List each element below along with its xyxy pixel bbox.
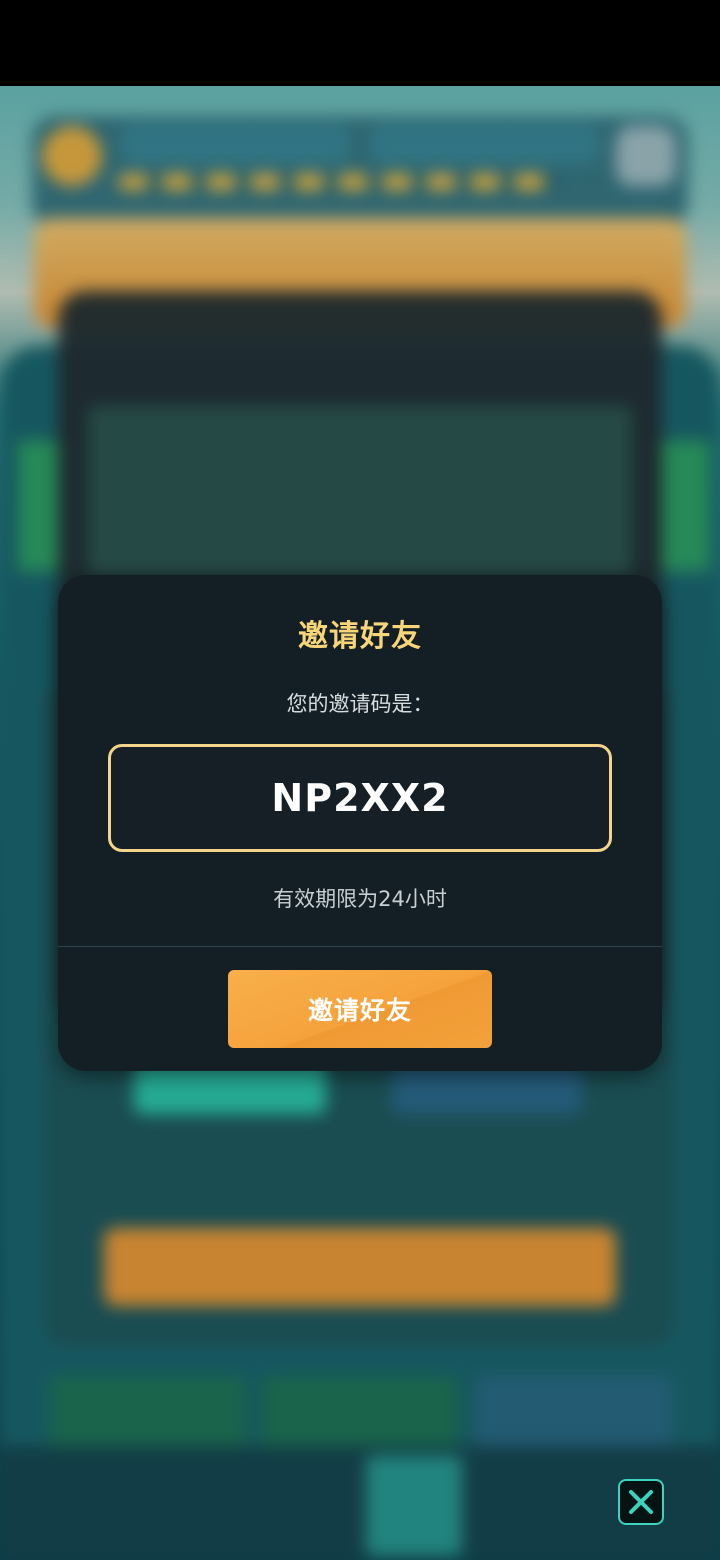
close-button[interactable] <box>618 1479 664 1525</box>
invite-code-box[interactable]: NP2XX2 <box>108 744 612 852</box>
invite-friend-dialog: 邀请好友 您的邀请码是： NP2XX2 有效期限为24小时 邀请好友 <box>58 575 662 1071</box>
close-icon <box>629 1490 653 1514</box>
status-bar <box>0 0 720 86</box>
dialog-title: 邀请好友 <box>298 619 422 654</box>
divider <box>58 946 662 947</box>
invite-code-label: 您的邀请码是： <box>286 692 434 716</box>
validity-text: 有效期限为24小时 <box>273 887 447 911</box>
invite-friend-button-label: 邀请好友 <box>307 996 412 1025</box>
invite-friend-button[interactable]: 邀请好友 <box>228 970 492 1048</box>
invite-code-value: NP2XX2 <box>271 776 449 820</box>
